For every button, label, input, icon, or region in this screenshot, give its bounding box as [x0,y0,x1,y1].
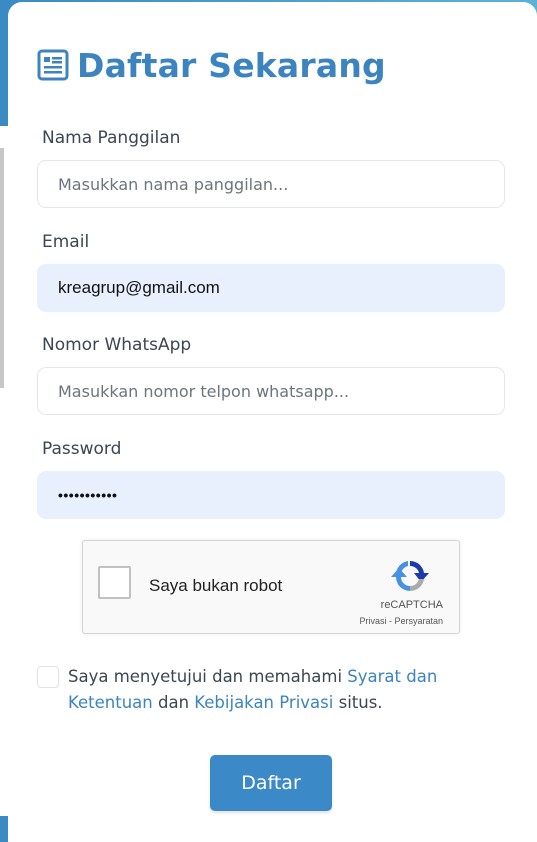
email-value: kreagrup@gmail.com [58,278,220,297]
recaptcha-checkbox[interactable] [98,566,131,599]
email-label: Email [42,232,90,252]
password-input[interactable]: ••••••••••• [37,471,505,519]
recaptcha-terms-link[interactable]: Persyaratan [394,616,443,626]
agreement-prefix: Saya menyetujui dan memahami [68,667,348,686]
nickname-input[interactable]: Masukkan nama panggilan... [37,160,505,208]
password-label: Password [42,439,122,459]
agreement-text: Saya menyetujui dan memahami Syarat dan … [68,664,488,716]
password-masked-value: ••••••••••• [58,487,118,503]
nickname-label: Nama Panggilan [42,128,181,148]
submit-button[interactable]: Daftar [210,755,332,811]
email-input[interactable]: kreagrup@gmail.com [37,264,505,312]
privacy-link[interactable]: Kebijakan Privasi [194,693,333,712]
recaptcha-widget: Saya bukan robot reCAPTCHA Privasi - Per… [82,540,460,634]
recaptcha-logo-icon [391,560,429,592]
background-scrollbar [0,148,4,388]
whatsapp-label: Nomor WhatsApp [42,335,192,355]
recaptcha-label: Saya bukan robot [149,576,283,595]
page-title: Daftar Sekarang [37,40,386,90]
nickname-placeholder: Masukkan nama panggilan... [58,174,289,194]
recaptcha-brand: reCAPTCHA [380,599,443,611]
recaptcha-links: Privasi - Persyaratan [359,616,443,626]
agreement-suffix: situs. [333,693,383,712]
agreement-checkbox[interactable] [37,666,59,688]
whatsapp-placeholder: Masukkan nomor telpon whatsapp... [58,381,350,401]
newspaper-form-icon [37,49,69,81]
agreement-middle: dan [152,693,195,712]
register-card: Daftar Sekarang Nama Panggilan Masukkan … [8,2,537,842]
whatsapp-input[interactable]: Masukkan nomor telpon whatsapp... [37,367,505,415]
recaptcha-privacy-link[interactable]: Privasi [359,616,386,626]
page-title-text: Daftar Sekarang [77,45,386,85]
